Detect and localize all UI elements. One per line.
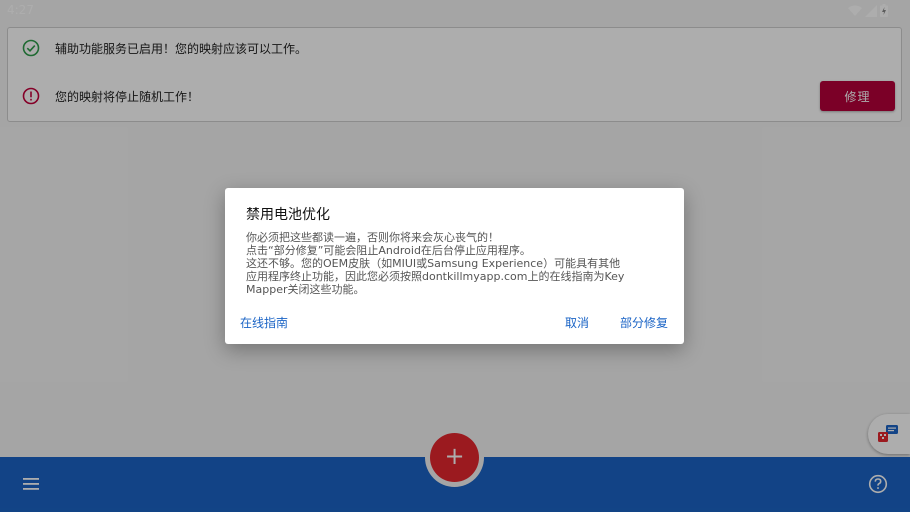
cancel-button[interactable]: 取消 [565, 314, 589, 331]
battery-optimization-dialog: 禁用电池优化 你必须把这些都读一遍，否则你将来会灰心丧气的！ 点击“部分修复”可… [225, 188, 684, 344]
partial-fix-button[interactable]: 部分修复 [620, 314, 668, 331]
dialog-message: 你必须把这些都读一遍，否则你将来会灰心丧气的！ 点击“部分修复”可能会阻止And… [246, 231, 666, 296]
dialog-title: 禁用电池优化 [246, 207, 330, 223]
dialog-message-line: 应用程序终止功能，因此您必须按照dontkillmyapp.com上的在线指南为… [246, 270, 625, 283]
dialog-message-line: Mapper关闭这些功能。 [246, 283, 365, 296]
dialog-message-line: 这还不够。您的OEM皮肤（如MIUI或Samsung Experience）可能… [246, 257, 621, 270]
dialog-message-line: 点击“部分修复”可能会阻止Android在后台停止应用程序。 [246, 244, 531, 257]
online-guide-button[interactable]: 在线指南 [240, 314, 288, 331]
app-screen: 4:27 辅助功能服务已启用！您的映射应该可以工作。 您的映射将停止随机工作！ … [0, 0, 910, 512]
dialog-message-line: 你必须把这些都读一遍，否则你将来会灰心丧气的！ [246, 231, 499, 244]
